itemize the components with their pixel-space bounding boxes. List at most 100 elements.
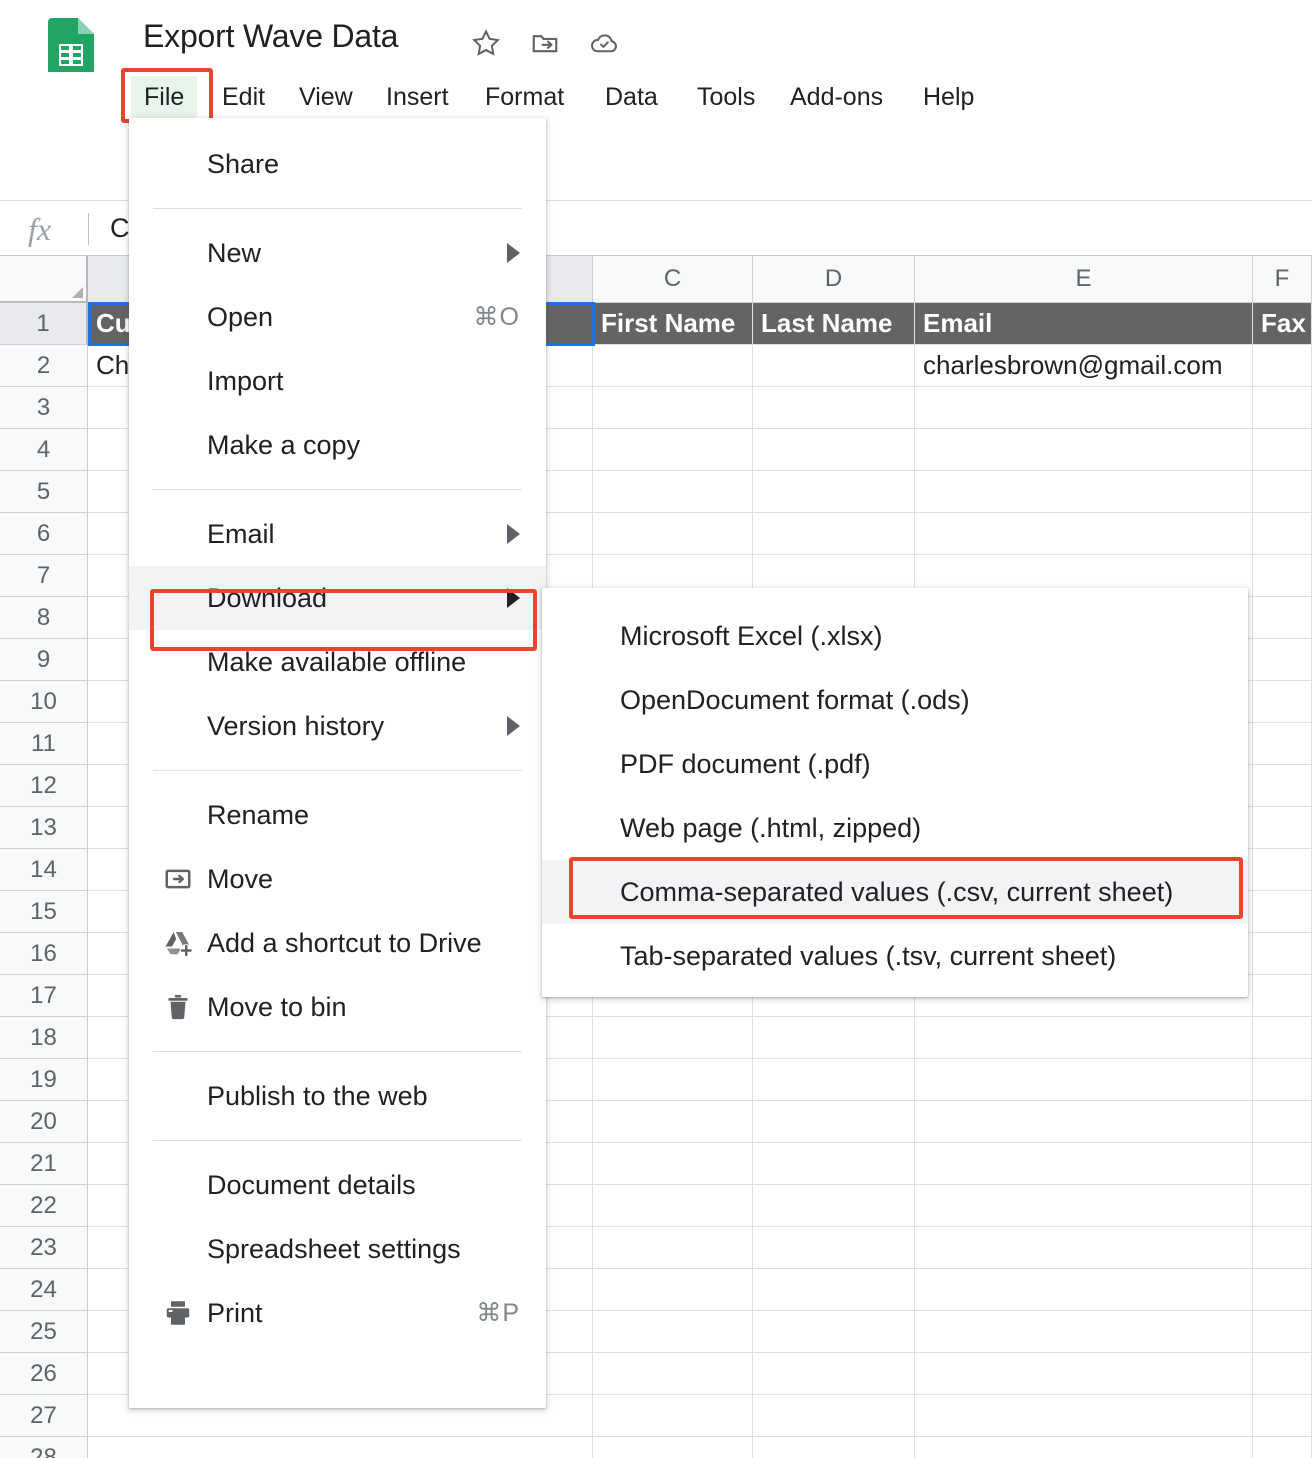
cell-e1[interactable]: Email	[915, 303, 1253, 345]
menu-file[interactable]: File	[131, 76, 197, 118]
column-header-c[interactable]: C	[593, 256, 753, 303]
cell-e22[interactable]	[915, 1185, 1253, 1227]
cell-c2[interactable]	[593, 345, 753, 387]
menu-item-import[interactable]: Import	[129, 349, 546, 413]
cell-f4[interactable]	[1253, 429, 1312, 471]
cell-d26[interactable]	[753, 1353, 915, 1395]
row-header-28[interactable]: 28	[0, 1437, 88, 1458]
cell-c22[interactable]	[593, 1185, 753, 1227]
star-icon[interactable]	[471, 28, 501, 58]
menu-item-publish-to-the-web[interactable]: Publish to the web	[129, 1064, 546, 1128]
cell-f26[interactable]	[1253, 1353, 1312, 1395]
menu-item-rename[interactable]: Rename	[129, 783, 546, 847]
menu-item-move[interactable]: Move	[129, 847, 546, 911]
row-header-22[interactable]: 22	[0, 1185, 88, 1227]
row-header-12[interactable]: 12	[0, 765, 88, 807]
row-header-5[interactable]: 5	[0, 471, 88, 513]
cell-c28[interactable]	[593, 1437, 753, 1458]
cell-f19[interactable]	[1253, 1059, 1312, 1101]
cell-f21[interactable]	[1253, 1143, 1312, 1185]
formula-input[interactable]: C	[110, 213, 130, 244]
menu-item-document-details[interactable]: Document details	[129, 1153, 546, 1217]
menu-tools[interactable]: Tools	[684, 76, 768, 118]
cell-e25[interactable]	[915, 1311, 1253, 1353]
row-header-11[interactable]: 11	[0, 723, 88, 765]
row-header-19[interactable]: 19	[0, 1059, 88, 1101]
cell-c5[interactable]	[593, 471, 753, 513]
cell-f3[interactable]	[1253, 387, 1312, 429]
row-header-27[interactable]: 27	[0, 1395, 88, 1437]
cell-f12[interactable]	[1253, 765, 1312, 807]
cell-e27[interactable]	[915, 1395, 1253, 1437]
row-header-6[interactable]: 6	[0, 513, 88, 555]
move-to-folder-icon[interactable]	[530, 28, 560, 58]
cell-f15[interactable]	[1253, 891, 1312, 933]
menu-format[interactable]: Format	[472, 76, 577, 118]
menu-item-move-to-bin[interactable]: Move to bin	[129, 975, 546, 1039]
cell-d21[interactable]	[753, 1143, 915, 1185]
row-header-24[interactable]: 24	[0, 1269, 88, 1311]
column-header-e[interactable]: E	[915, 256, 1253, 303]
cell-f6[interactable]	[1253, 513, 1312, 555]
row-header-3[interactable]: 3	[0, 387, 88, 429]
cell-d18[interactable]	[753, 1017, 915, 1059]
menu-item-download-csv[interactable]: Comma-separated values (.csv, current sh…	[542, 860, 1248, 924]
select-all-corner[interactable]	[0, 256, 88, 303]
cell-f27[interactable]	[1253, 1395, 1312, 1437]
menu-item-download-pdf[interactable]: PDF document (.pdf)	[542, 732, 1248, 796]
cell-a28[interactable]	[88, 1437, 593, 1458]
cell-f8[interactable]	[1253, 597, 1312, 639]
row-header-15[interactable]: 15	[0, 891, 88, 933]
cell-f13[interactable]	[1253, 807, 1312, 849]
row-header-10[interactable]: 10	[0, 681, 88, 723]
menu-edit[interactable]: Edit	[209, 76, 278, 118]
cell-f7[interactable]	[1253, 555, 1312, 597]
column-header-d[interactable]: D	[753, 256, 915, 303]
menu-item-make-a-copy[interactable]: Make a copy	[129, 413, 546, 477]
menu-item-make-available-offline[interactable]: Make available offline	[129, 630, 546, 694]
cell-c3[interactable]	[593, 387, 753, 429]
menu-item-open[interactable]: Open ⌘O	[129, 285, 546, 349]
cell-c26[interactable]	[593, 1353, 753, 1395]
menu-item-spreadsheet-settings[interactable]: Spreadsheet settings	[129, 1217, 546, 1281]
cell-e26[interactable]	[915, 1353, 1253, 1395]
cell-d5[interactable]	[753, 471, 915, 513]
cell-c19[interactable]	[593, 1059, 753, 1101]
menu-item-new[interactable]: New	[129, 221, 546, 285]
document-title[interactable]: Export Wave Data	[143, 18, 398, 55]
cell-f9[interactable]	[1253, 639, 1312, 681]
row-header-13[interactable]: 13	[0, 807, 88, 849]
cell-d1[interactable]: Last Name	[753, 303, 915, 345]
cell-c1[interactable]: First Name	[593, 303, 753, 345]
cell-f5[interactable]	[1253, 471, 1312, 513]
cell-d24[interactable]	[753, 1269, 915, 1311]
cell-e5[interactable]	[915, 471, 1253, 513]
cell-c21[interactable]	[593, 1143, 753, 1185]
row-header-17[interactable]: 17	[0, 975, 88, 1017]
cell-f16[interactable]	[1253, 933, 1312, 975]
cell-f14[interactable]	[1253, 849, 1312, 891]
menu-view[interactable]: View	[286, 76, 366, 118]
cell-d22[interactable]	[753, 1185, 915, 1227]
cell-c4[interactable]	[593, 429, 753, 471]
menu-item-email[interactable]: Email	[129, 502, 546, 566]
row-header-9[interactable]: 9	[0, 639, 88, 681]
cell-f1[interactable]: Fax	[1253, 303, 1312, 345]
cell-d25[interactable]	[753, 1311, 915, 1353]
cell-e28[interactable]	[915, 1437, 1253, 1458]
cell-f10[interactable]	[1253, 681, 1312, 723]
cell-d2[interactable]	[753, 345, 915, 387]
row-header-2[interactable]: 2	[0, 345, 88, 387]
menu-data[interactable]: Data	[592, 76, 671, 118]
cell-c6[interactable]	[593, 513, 753, 555]
row-header-25[interactable]: 25	[0, 1311, 88, 1353]
row-header-16[interactable]: 16	[0, 933, 88, 975]
cell-f17[interactable]	[1253, 975, 1312, 1017]
cell-d28[interactable]	[753, 1437, 915, 1458]
cell-e24[interactable]	[915, 1269, 1253, 1311]
cell-c27[interactable]	[593, 1395, 753, 1437]
row-header-21[interactable]: 21	[0, 1143, 88, 1185]
cell-f20[interactable]	[1253, 1101, 1312, 1143]
menu-item-download-ods[interactable]: OpenDocument format (.ods)	[542, 668, 1248, 732]
cell-f25[interactable]	[1253, 1311, 1312, 1353]
